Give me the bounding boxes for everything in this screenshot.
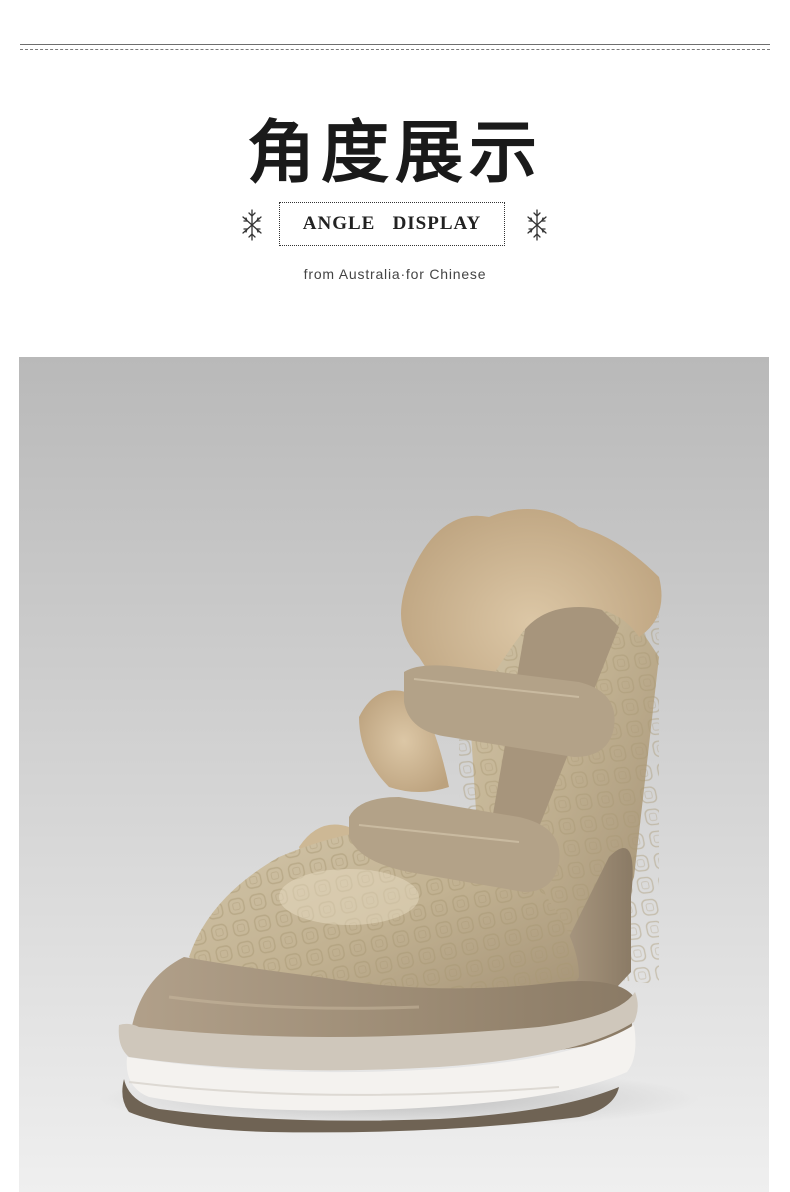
product-photo (19, 357, 769, 1192)
badge-label: ANGLE DISPLAY (302, 213, 482, 234)
angle-display-badge: ANGLE DISPLAY (279, 202, 505, 246)
boot-illustration (19, 357, 769, 1192)
subtitle: from Australia·for Chinese (303, 266, 487, 282)
snowflake-icon (527, 209, 547, 241)
snowflake-icon (242, 209, 262, 241)
header-divider (20, 44, 770, 58)
badge-row: ANGLE DISPLAY (0, 202, 790, 248)
page-title: 角度展示 (246, 114, 543, 193)
